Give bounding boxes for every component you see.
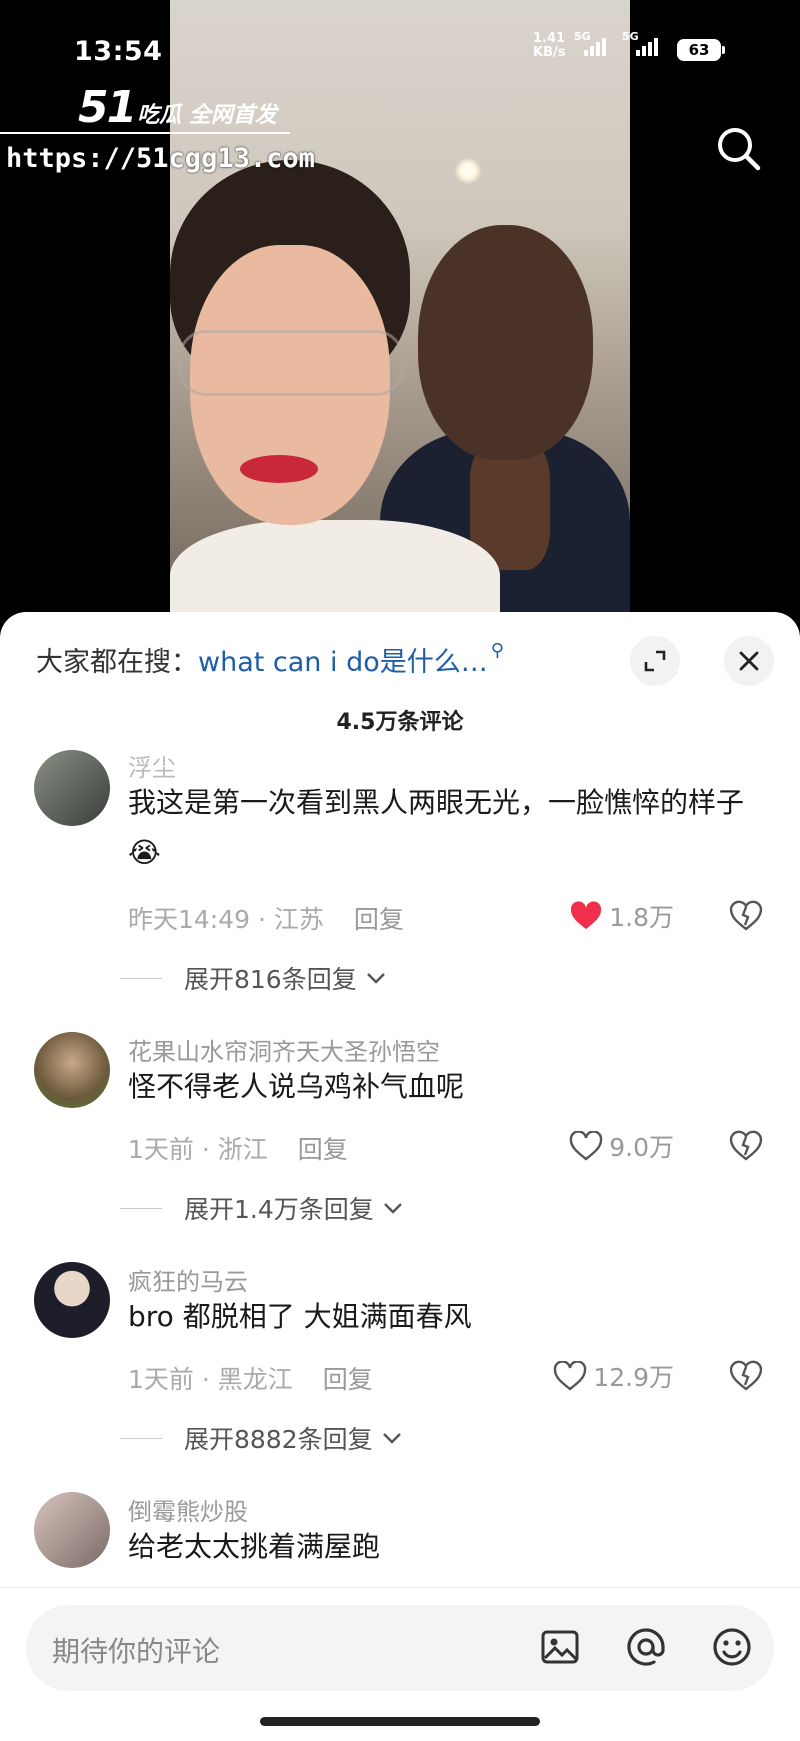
comment-text[interactable]: 给老太太挑着满屋跑 [128, 1522, 768, 1572]
dislike-icon [729, 1130, 763, 1161]
comment-date: 昨天14:49 [128, 905, 251, 934]
watermark-number: 51 [78, 82, 137, 133]
watermark-logo: 51吃瓜 全网首发 [78, 82, 277, 133]
reply-button[interactable]: 回复 [323, 1365, 373, 1394]
reply-button[interactable]: 回复 [354, 905, 404, 934]
image-icon [541, 1630, 579, 1664]
at-icon [627, 1628, 665, 1666]
divider [120, 1207, 162, 1209]
dislike-icon [729, 1360, 763, 1391]
comment-meta: 1天前 · 浙江 回复 [128, 1135, 348, 1164]
net-speed: 1.41 KB/s [533, 32, 565, 60]
expand-icon [644, 650, 666, 672]
glasses [178, 330, 404, 396]
comment-count: 4.5万条评论 [336, 710, 464, 735]
heart-icon [570, 1131, 603, 1161]
net-speed-value: 1.41 [533, 31, 566, 46]
avatar[interactable] [34, 1262, 110, 1338]
watermark-text: 吃瓜 全网首发 [137, 103, 277, 128]
search-icon [718, 128, 761, 171]
hot-search[interactable]: 大家都在搜：what can i do是什么… ⚲ [36, 640, 504, 679]
expand-replies[interactable]: 展开8882条回复 [120, 1420, 403, 1456]
lips [240, 455, 318, 483]
chevron-down-icon [382, 1433, 401, 1444]
comment-sheet: 大家都在搜：what can i do是什么… ⚲ 4.5万条评论 浮尘 我这是第… [0, 612, 800, 1741]
search-button[interactable] [712, 122, 766, 176]
chevron-down-icon [383, 1203, 402, 1214]
ceiling-light [455, 158, 481, 184]
hot-search-keyword[interactable]: what can i do是什么… [198, 647, 488, 678]
expand-replies-label: 展开1.4万条回复 [184, 1195, 374, 1224]
comment-sheet-header: 大家都在搜：what can i do是什么… ⚲ 4.5万条评论 [0, 612, 800, 752]
dislike-button[interactable] [728, 1128, 764, 1164]
like-button[interactable]: 12.9万 [553, 1358, 674, 1394]
expand-button[interactable] [630, 636, 680, 686]
emoji-button[interactable] [708, 1623, 756, 1671]
signal-1-icon [584, 38, 606, 56]
image-button[interactable] [536, 1623, 584, 1671]
video-person-man [418, 225, 593, 460]
emoji-icon [713, 1628, 751, 1666]
comment-input-placeholder: 期待你的评论 [52, 1635, 221, 1668]
comment-meta: 昨天14:49 · 江苏 回复 [128, 905, 404, 934]
comment-location: 黑龙江 [217, 1365, 293, 1394]
comment-text[interactable]: bro 都脱相了 大姐满面春风 [128, 1292, 768, 1342]
net-speed-unit: KB/s [533, 45, 566, 60]
chevron-down-icon [366, 973, 385, 984]
heart-icon [554, 1361, 587, 1391]
comment-input[interactable]: 期待你的评论 [26, 1605, 774, 1691]
comment-date: 1天前 [128, 1135, 194, 1164]
signal-2-icon [636, 38, 658, 56]
cry-laugh-emoji: 😭 [128, 836, 161, 869]
like-count: 1.8万 [609, 903, 674, 932]
divider [120, 1437, 162, 1439]
like-count: 12.9万 [593, 1363, 674, 1392]
close-icon [739, 651, 759, 671]
status-time: 13:54 [74, 36, 163, 67]
avatar[interactable] [34, 1032, 110, 1108]
comment-text[interactable]: 我这是第一次看到黑人两眼无光，一脸憔悴的样子 😭 [128, 778, 768, 878]
watermark-divider [0, 132, 290, 134]
comment-date: 1天前 [128, 1365, 194, 1394]
comment-meta: 1天前 · 黑龙江 回复 [128, 1365, 373, 1394]
reply-button[interactable]: 回复 [298, 1135, 348, 1164]
dislike-button[interactable] [728, 898, 764, 934]
divider [120, 977, 162, 979]
expand-replies[interactable]: 展开1.4万条回复 [120, 1190, 404, 1226]
like-button[interactable]: 9.0万 [569, 1128, 674, 1164]
avatar[interactable] [34, 750, 110, 826]
comment-text-body: 我这是第一次看到黑人两眼无光，一脸憔悴的样子 [128, 786, 745, 819]
battery-icon: 63 [677, 39, 725, 61]
comment-text[interactable]: 怪不得老人说乌鸡补气血呢 [128, 1062, 768, 1112]
heart-icon [571, 901, 602, 929]
watermark-url: https://51cgg13.com [6, 143, 315, 174]
hot-search-prefix: 大家都在搜： [36, 647, 198, 678]
dislike-button[interactable] [728, 1358, 764, 1394]
divider [0, 1587, 800, 1588]
like-button[interactable]: 1.8万 [569, 898, 674, 934]
mention-button[interactable] [622, 1623, 670, 1671]
like-count: 9.0万 [609, 1133, 674, 1162]
expand-replies-label: 展开816条回复 [184, 965, 357, 994]
search-icon: ⚲ [490, 640, 504, 661]
close-button[interactable] [724, 636, 774, 686]
status-bar: 13:54 1.41 KB/s 5G 5G 63 [0, 30, 800, 72]
comment-location: 浙江 [217, 1135, 268, 1164]
expand-replies-label: 展开8882条回复 [184, 1425, 373, 1454]
expand-replies[interactable]: 展开816条回复 [120, 960, 387, 996]
avatar[interactable] [34, 1492, 110, 1568]
comment-location: 江苏 [273, 905, 324, 934]
home-indicator[interactable] [260, 1717, 540, 1726]
dislike-icon [729, 900, 763, 931]
